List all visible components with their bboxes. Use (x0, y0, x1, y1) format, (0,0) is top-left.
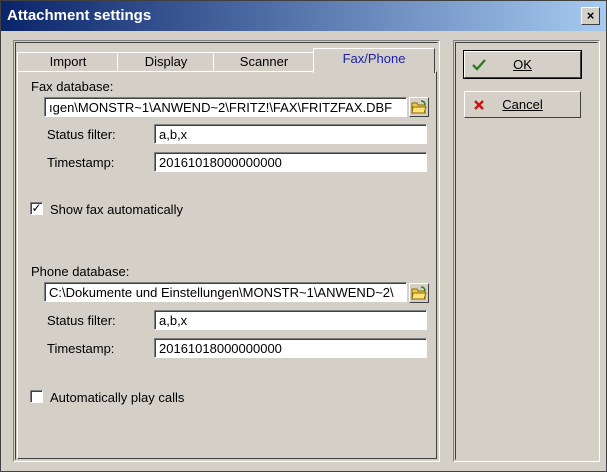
fax-status-filter-label: Status filter: (47, 127, 116, 142)
folder-open-icon (411, 100, 427, 114)
fax-browse-button[interactable] (409, 97, 429, 117)
phone-timestamp-label: Timestamp: (47, 341, 115, 356)
phone-timestamp-field[interactable]: 20161018000000000 (154, 338, 427, 358)
show-fax-automatically-label: Show fax automatically (50, 202, 183, 217)
fax-status-filter-field[interactable]: a,b,x (154, 124, 427, 144)
tab-display[interactable]: Display (117, 52, 215, 73)
fax-timestamp-field[interactable]: 20161018000000000 (154, 152, 427, 172)
cancel-label: Cancel (502, 97, 543, 112)
checkmark-icon: ✓ (31, 201, 42, 215)
phone-browse-button[interactable] (409, 283, 429, 303)
fax-database-label: Fax database: (31, 79, 114, 94)
tab-scanner[interactable]: Scanner (213, 52, 315, 73)
auto-play-calls-checkbox[interactable] (30, 390, 43, 403)
folder-open-icon (411, 286, 427, 300)
fax-database-field[interactable]: ıgen\MONSTR~1\ANWEND~2\FRITZ!\FAX\FRITZF… (44, 97, 407, 117)
phone-database-label: Phone database: (31, 264, 130, 279)
phone-database-field[interactable]: C:\Dokumente und Einstellungen\MONSTR~1\… (44, 282, 407, 302)
cancel-button[interactable]: Cancel (464, 91, 581, 118)
title-bar[interactable]: Attachment settings × (1, 1, 606, 31)
phone-status-filter-field[interactable]: a,b,x (154, 310, 427, 330)
show-fax-automatically-checkbox[interactable]: ✓ (30, 202, 43, 215)
close-icon: × (586, 8, 595, 23)
fax-timestamp-label: Timestamp: (47, 155, 115, 170)
close-button[interactable]: × (581, 7, 600, 25)
tab-import[interactable]: Import (17, 52, 119, 73)
ok-label: OK (513, 57, 532, 72)
phone-status-filter-label: Status filter: (47, 313, 116, 328)
window-title: Attachment settings (7, 7, 152, 24)
dialog-window: Attachment settings × Import Display Sca… (0, 0, 607, 472)
auto-play-calls-label: Automatically play calls (50, 390, 185, 405)
tab-fax-phone[interactable]: Fax/Phone (313, 48, 435, 73)
ok-button[interactable]: OK (463, 50, 582, 79)
